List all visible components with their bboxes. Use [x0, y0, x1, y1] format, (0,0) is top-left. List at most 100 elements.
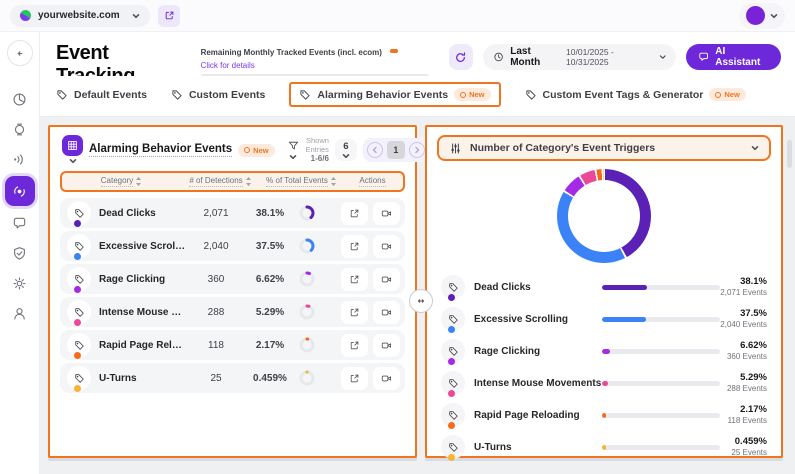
- sidebar-item-chat-icon[interactable]: [7, 210, 33, 236]
- external-link-icon: [349, 274, 360, 285]
- date-range-value: 10/01/2025 - 10/31/2025: [566, 47, 653, 67]
- open-events-button[interactable]: [341, 268, 368, 291]
- open-events-button[interactable]: [341, 334, 368, 357]
- category-color-dot: [74, 319, 81, 326]
- video-camera-icon: [381, 241, 392, 252]
- prev-page-button[interactable]: [367, 142, 383, 158]
- mini-donut: [299, 238, 315, 254]
- sidebar-item-shield-icon[interactable]: [7, 240, 33, 266]
- category-tag-icon: [441, 339, 465, 363]
- clock-icon: [493, 51, 504, 63]
- table-row: Rage Clicking 360 6.62%: [60, 264, 405, 294]
- scrollbar-thumb[interactable]: [787, 140, 792, 168]
- account-menu[interactable]: [739, 3, 785, 29]
- video-camera-icon: [381, 307, 392, 318]
- chevron-down-icon: [770, 12, 778, 20]
- tab-label: Custom Events: [189, 89, 265, 101]
- site-name: yourwebsite.com: [38, 10, 125, 21]
- sidebar-item-user-icon[interactable]: [7, 300, 33, 326]
- watch-recordings-button[interactable]: [373, 367, 400, 390]
- chat-icon: [698, 51, 709, 63]
- legend-row: U-Turns 0.459% 25 Events: [441, 433, 767, 461]
- category-color-dot: [74, 253, 81, 260]
- detections-count: 25: [187, 373, 245, 384]
- sidebar-item-dashboard-pie-icon[interactable]: [7, 86, 33, 112]
- legend-stats: 38.1% 2,071 Events: [720, 276, 767, 299]
- legend-row: Rapid Page Reloading 2.17% 118 Events: [441, 401, 767, 429]
- open-events-button[interactable]: [341, 367, 368, 390]
- row-actions: [341, 235, 400, 258]
- detections-count: 2,071: [187, 208, 245, 219]
- video-camera-icon: [381, 340, 392, 351]
- quota-block: Remaining Monthly Tracked Events (incl. …: [201, 42, 429, 78]
- open-events-button[interactable]: [341, 202, 368, 225]
- column-percent[interactable]: % of Total Events: [260, 176, 342, 187]
- page-size-select[interactable]: 6: [335, 139, 357, 161]
- tab[interactable]: Default Events: [56, 89, 147, 101]
- category-tag-icon: [67, 300, 91, 324]
- tag-icon: [171, 89, 183, 101]
- category-color-dot: [74, 220, 81, 227]
- panel-resize-handle[interactable]: [409, 289, 433, 313]
- quota-details-link[interactable]: Click for details: [201, 61, 429, 70]
- quota-label: Remaining Monthly Tracked Events (incl. …: [201, 48, 382, 57]
- table-row: Dead Clicks 2,071 38.1%: [60, 198, 405, 228]
- watch-recordings-button[interactable]: [373, 202, 400, 225]
- sidebar: [0, 32, 40, 474]
- chart-metric-dropdown[interactable]: Number of Category's Event Triggers: [437, 135, 771, 161]
- filter-button[interactable]: [287, 140, 300, 161]
- table-row: Rapid Page Reloading 118 2.17%: [60, 330, 405, 360]
- date-range-picker[interactable]: Last Month 10/01/2025 - 10/31/2025: [483, 44, 676, 70]
- column-category[interactable]: Category: [62, 176, 180, 187]
- external-link-icon: [349, 208, 360, 219]
- tab[interactable]: Alarming Behavior Events New: [289, 82, 500, 107]
- legend-stats: 6.62% 360 Events: [727, 340, 767, 363]
- new-badge: New: [709, 88, 745, 101]
- category-color-dot: [74, 352, 81, 359]
- chart-legend: Dead Clicks 38.1% 2,071 Events Excessive…: [427, 263, 781, 461]
- open-site-button[interactable]: [158, 5, 180, 27]
- watch-recordings-button[interactable]: [373, 301, 400, 324]
- collapse-sidebar-icon[interactable]: [7, 40, 33, 66]
- current-page[interactable]: 1: [387, 141, 405, 159]
- tab[interactable]: Custom Event Tags & Generator New: [525, 88, 746, 101]
- tab[interactable]: Custom Events: [171, 89, 265, 101]
- open-events-button[interactable]: [341, 301, 368, 324]
- watch-recordings-button[interactable]: [373, 235, 400, 258]
- site-selector[interactable]: yourwebsite.com: [10, 5, 150, 27]
- watch-recordings-button[interactable]: [373, 334, 400, 357]
- category-name: Rage Clicking: [99, 274, 187, 285]
- shown-entries: Shown Entries 1-6/6: [306, 136, 329, 165]
- row-actions: [341, 334, 400, 357]
- tab-label: Custom Event Tags & Generator: [543, 89, 704, 101]
- legend-category-name: Excessive Scrolling: [474, 314, 602, 325]
- legend-events-count: 2,040 Events: [720, 320, 767, 330]
- external-link-icon: [349, 373, 360, 384]
- resize-arrows-icon: [415, 295, 427, 307]
- next-page-button[interactable]: [409, 142, 425, 158]
- legend-category-name: Rapid Page Reloading: [474, 410, 602, 421]
- legend-percent: 37.5%: [720, 308, 767, 320]
- legend-events-count: 288 Events: [727, 384, 767, 394]
- sort-icon: [246, 177, 251, 186]
- category-color-dot: [448, 390, 455, 397]
- refresh-icon: [454, 51, 467, 64]
- open-events-button[interactable]: [341, 235, 368, 258]
- sidebar-item-watch-icon[interactable]: [7, 116, 33, 142]
- sidebar-item-waves-icon[interactable]: [7, 146, 33, 172]
- legend-bar-fill: [602, 381, 608, 386]
- table-icon[interactable]: [62, 135, 83, 165]
- legend-bar-track: [602, 317, 720, 322]
- refresh-button[interactable]: [449, 44, 473, 70]
- sidebar-item-event-tracking-icon[interactable]: [5, 176, 35, 206]
- sidebar-item-settings-gear-icon[interactable]: [7, 270, 33, 296]
- ai-assistant-button[interactable]: AI Assistant: [686, 44, 781, 70]
- external-link-icon: [349, 307, 360, 318]
- table-row: U-Turns 25 0.459%: [60, 363, 405, 393]
- column-detections[interactable]: # of Detections: [180, 176, 260, 187]
- external-link-icon: [164, 10, 175, 21]
- table-body: Dead Clicks 2,071 38.1% Excessive Scroll…: [50, 192, 415, 393]
- funnel-icon: [287, 140, 300, 152]
- sliders-icon: [449, 142, 462, 155]
- watch-recordings-button[interactable]: [373, 268, 400, 291]
